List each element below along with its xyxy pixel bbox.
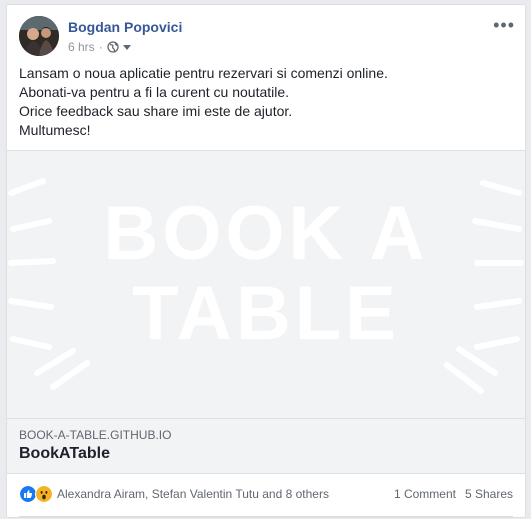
globe-icon[interactable] [107,41,119,53]
reactions-bar: Alexandra Airam, Stefan Valentin Tutu an… [19,483,513,505]
image-text-line1: BOOK A [103,191,428,276]
post-time[interactable]: 6 hrs [68,40,95,54]
post-text-line: Orice feedback sau share imi este de aju… [19,103,293,119]
reactors-list[interactable]: Alexandra Airam, Stefan Valentin Tutu an… [57,487,329,501]
link-title[interactable]: BookATable [19,445,110,463]
chevron-down-icon[interactable] [122,44,131,50]
post-card: Bogdan Popovici 6 hrs · ••• Lansam o nou… [6,4,526,518]
meta-separator: · [98,40,103,54]
post-text-line: Abonati-va pentru a fi la curent cu nout… [19,84,290,100]
reaction-icons[interactable] [19,485,53,503]
link-preview-image[interactable]: BOOK A TABLE [7,150,525,419]
shares-count[interactable]: 5 Shares [465,487,513,501]
post-text-line: Lansam o noua aplicatie pentru rezervari… [19,65,388,81]
post-meta: 6 hrs · [68,40,131,54]
post-text-line: Multumesc! [19,122,91,138]
author-name[interactable]: Bogdan Popovici [68,19,182,35]
link-preview-info[interactable]: BOOK-A-TABLE.GITHUB.IO BookATable [7,418,525,474]
engagement-counts: 1 Comment 5 Shares [394,487,513,501]
wow-icon [35,485,53,503]
link-domain: BOOK-A-TABLE.GITHUB.IO [19,428,172,442]
post-text: Lansam o noua aplicatie pentru rezervari… [19,64,513,140]
more-options-icon[interactable]: ••• [493,16,515,34]
comments-count[interactable]: 1 Comment [394,487,456,501]
image-text-line2: TABLE [132,271,400,356]
avatar[interactable] [19,16,59,56]
post-header: Bogdan Popovici 6 hrs · ••• [19,16,515,56]
divider [19,516,513,517]
